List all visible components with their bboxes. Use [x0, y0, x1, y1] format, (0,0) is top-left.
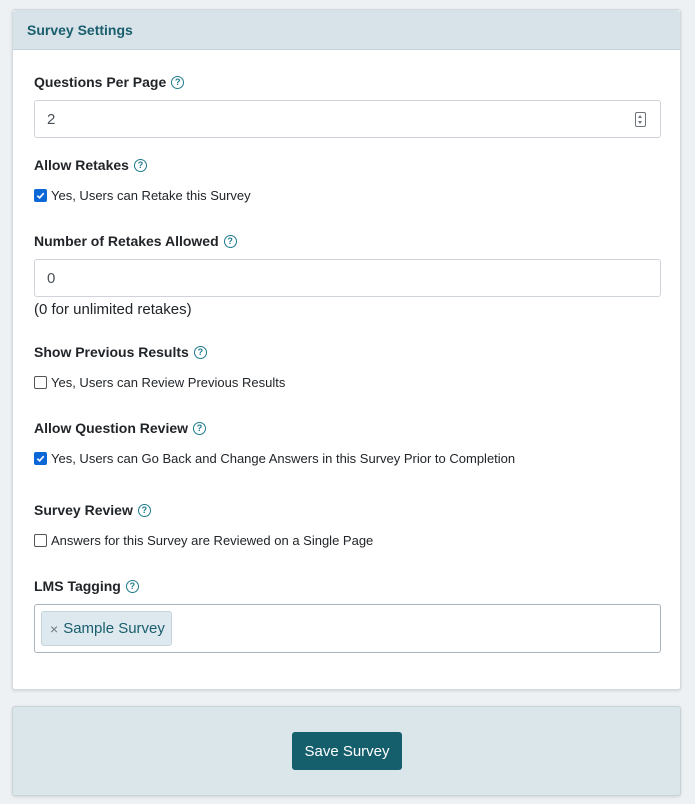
- number-of-retakes-input[interactable]: 0: [34, 259, 661, 297]
- survey-review-label: Survey Review ?: [34, 502, 151, 518]
- save-survey-button[interactable]: Save Survey: [292, 732, 402, 770]
- help-icon[interactable]: ?: [223, 234, 237, 248]
- help-icon[interactable]: ?: [133, 158, 147, 172]
- tag-chip-label: Sample Survey: [63, 620, 165, 637]
- allow-question-review-checkbox[interactable]: [34, 452, 47, 465]
- survey-settings-panel: Survey Settings Questions Per Page ? 2 A…: [12, 9, 681, 690]
- show-previous-results-checkbox[interactable]: [34, 376, 47, 389]
- allow-retakes-label-text: Allow Retakes: [34, 157, 129, 173]
- allow-retakes-label: Allow Retakes ?: [34, 157, 147, 173]
- show-previous-results-label-text: Show Previous Results: [34, 344, 189, 360]
- number-of-retakes-hint: (0 for unlimited retakes): [34, 301, 192, 318]
- panel-header: Survey Settings: [13, 10, 680, 50]
- survey-review-label-text: Survey Review: [34, 502, 133, 518]
- allow-question-review-checkbox-label[interactable]: Yes, Users can Go Back and Change Answer…: [51, 451, 515, 466]
- tag-remove-icon[interactable]: ×: [50, 621, 58, 637]
- checkmark-icon: [36, 192, 45, 200]
- number-of-retakes-value: 0: [47, 269, 56, 287]
- show-previous-results-checkbox-label[interactable]: Yes, Users can Review Previous Results: [51, 375, 285, 390]
- questions-per-page-label: Questions Per Page ?: [34, 74, 185, 90]
- questions-per-page-label-text: Questions Per Page: [34, 74, 167, 90]
- footer-panel: Save Survey: [12, 706, 681, 796]
- help-icon[interactable]: ?: [171, 75, 185, 89]
- allow-retakes-option[interactable]: Yes, Users can Retake this Survey: [34, 188, 251, 203]
- checkmark-icon: [36, 455, 45, 463]
- help-icon[interactable]: ?: [193, 345, 207, 359]
- questions-per-page-value: 2: [47, 110, 56, 128]
- panel-title: Survey Settings: [27, 21, 133, 38]
- number-spinner-icon[interactable]: [635, 112, 646, 127]
- survey-review-option[interactable]: Answers for this Survey are Reviewed on …: [34, 533, 373, 548]
- help-icon[interactable]: ?: [125, 579, 139, 593]
- lms-tagging-label: LMS Tagging ?: [34, 578, 139, 594]
- help-icon[interactable]: ?: [193, 421, 207, 435]
- help-icon[interactable]: ?: [137, 503, 151, 517]
- allow-question-review-label: Allow Question Review ?: [34, 420, 207, 436]
- allow-question-review-label-text: Allow Question Review: [34, 420, 189, 436]
- allow-question-review-option[interactable]: Yes, Users can Go Back and Change Answer…: [34, 451, 515, 466]
- questions-per-page-input[interactable]: 2: [34, 100, 661, 138]
- survey-review-checkbox-label[interactable]: Answers for this Survey are Reviewed on …: [51, 533, 373, 548]
- number-of-retakes-label: Number of Retakes Allowed ?: [34, 233, 237, 249]
- tag-chip: × Sample Survey: [41, 611, 172, 646]
- allow-retakes-checkbox-label[interactable]: Yes, Users can Retake this Survey: [51, 188, 251, 203]
- lms-tagging-label-text: LMS Tagging: [34, 578, 121, 594]
- survey-review-checkbox[interactable]: [34, 534, 47, 547]
- lms-tagging-input[interactable]: × Sample Survey: [34, 604, 661, 653]
- show-previous-results-label: Show Previous Results ?: [34, 344, 207, 360]
- allow-retakes-checkbox[interactable]: [34, 189, 47, 202]
- show-previous-results-option[interactable]: Yes, Users can Review Previous Results: [34, 375, 285, 390]
- number-of-retakes-label-text: Number of Retakes Allowed: [34, 233, 219, 249]
